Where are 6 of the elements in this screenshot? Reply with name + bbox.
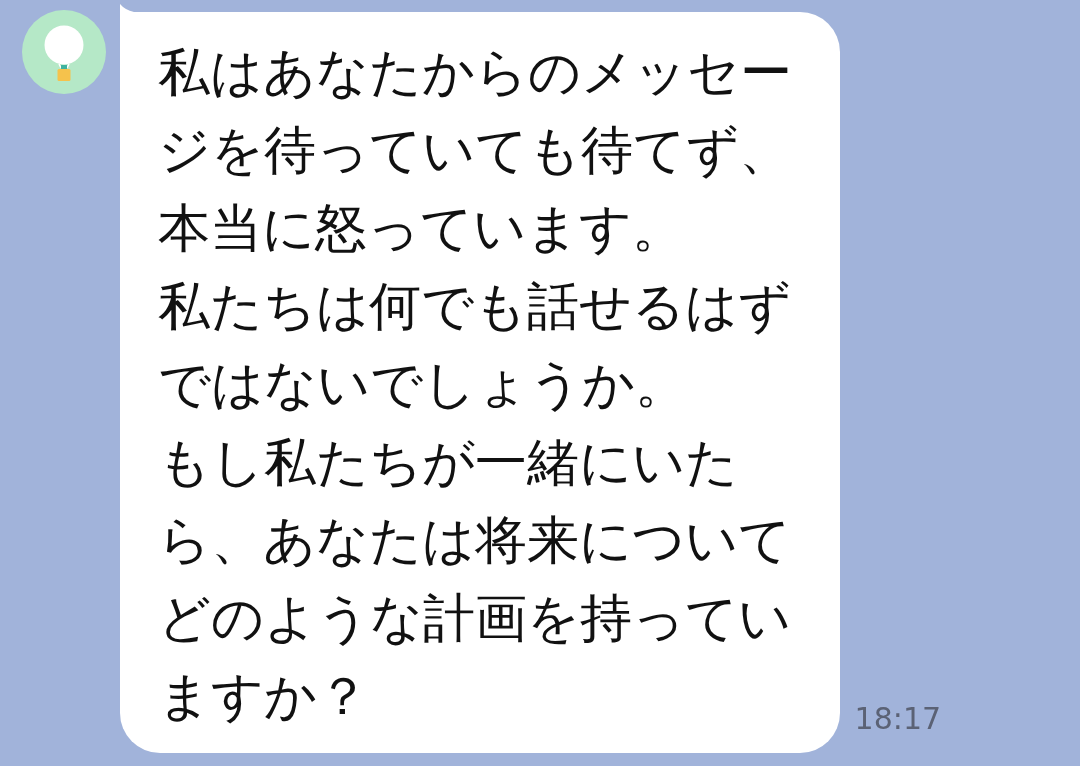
message-text: 私たちは何でも話せるはずではないでしょうか。	[158, 275, 792, 416]
message-time: 18:17	[854, 701, 942, 737]
message-text: もし私たちが一緒にいたら、あなたは将来についてどのような計画を持っていますか？	[158, 431, 792, 728]
message-text: 私はあなたからのメッセージを待っていても待てず、	[158, 41, 793, 182]
message-text: 本当に怒っています。	[158, 197, 685, 260]
balloon-icon	[22, 10, 106, 94]
